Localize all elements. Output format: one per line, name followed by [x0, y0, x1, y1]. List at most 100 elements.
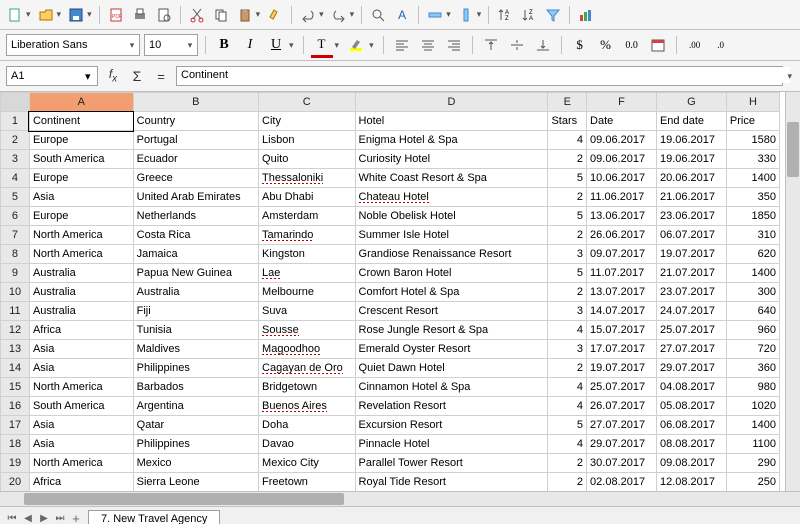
- copy-icon[interactable]: [210, 4, 232, 26]
- cell[interactable]: 08.08.2017: [656, 435, 726, 454]
- save-icon[interactable]: [65, 4, 87, 26]
- cell[interactable]: Magoodhoo: [259, 340, 355, 359]
- cell[interactable]: Europe: [29, 169, 133, 188]
- cell[interactable]: Stars: [548, 112, 587, 131]
- cell[interactable]: 980: [726, 378, 779, 397]
- cell[interactable]: Doha: [259, 416, 355, 435]
- cell[interactable]: 620: [726, 245, 779, 264]
- cell[interactable]: Date: [587, 112, 657, 131]
- cell[interactable]: Melbourne: [259, 283, 355, 302]
- cell[interactable]: 11.06.2017: [587, 188, 657, 207]
- vertical-scrollbar[interactable]: [785, 92, 800, 491]
- cell[interactable]: Australia: [29, 264, 133, 283]
- cell[interactable]: 720: [726, 340, 779, 359]
- cell[interactable]: Jamaica: [133, 245, 258, 264]
- cell[interactable]: Royal Tide Resort: [355, 473, 548, 492]
- cell[interactable]: Bridgetown: [259, 378, 355, 397]
- cell[interactable]: 06.07.2017: [656, 226, 726, 245]
- cell[interactable]: Emerald Oyster Resort: [355, 340, 548, 359]
- cell[interactable]: Fiji: [133, 302, 258, 321]
- cell[interactable]: 1580: [726, 131, 779, 150]
- sort-desc-icon[interactable]: ZA: [518, 4, 540, 26]
- cell[interactable]: Chateau Hotel: [355, 188, 548, 207]
- cell[interactable]: 19.07.2017: [587, 359, 657, 378]
- cell[interactable]: 2: [548, 283, 587, 302]
- percent-button[interactable]: %: [595, 34, 617, 56]
- cell[interactable]: Freetown: [259, 473, 355, 492]
- currency-button[interactable]: $: [569, 34, 591, 56]
- cell[interactable]: 25.07.2017: [587, 378, 657, 397]
- cell[interactable]: White Coast Resort & Spa: [355, 169, 548, 188]
- cell[interactable]: Mexico City: [259, 454, 355, 473]
- cell[interactable]: Greece: [133, 169, 258, 188]
- cell[interactable]: 2: [548, 454, 587, 473]
- cell[interactable]: 2: [548, 473, 587, 492]
- tab-last-button[interactable]: ⏭: [52, 510, 68, 524]
- grid[interactable]: ABCDEFGH1ContinentCountryCityHotelStarsD…: [0, 92, 785, 491]
- cell[interactable]: 330: [726, 150, 779, 169]
- cell[interactable]: Curiosity Hotel: [355, 150, 548, 169]
- cell[interactable]: Ecuador: [133, 150, 258, 169]
- cell[interactable]: Europe: [29, 207, 133, 226]
- dropdown-icon[interactable]: ▾: [57, 9, 62, 20]
- dropdown-icon[interactable]: ▾: [350, 9, 355, 20]
- font-name-input[interactable]: [7, 36, 125, 54]
- open-icon[interactable]: [35, 4, 57, 26]
- cell[interactable]: End date: [656, 112, 726, 131]
- select-all-corner[interactable]: [1, 93, 30, 112]
- cell[interactable]: South America: [29, 397, 133, 416]
- cell[interactable]: Australia: [29, 283, 133, 302]
- cell[interactable]: 4: [548, 321, 587, 340]
- cell[interactable]: Suva: [259, 302, 355, 321]
- column-header[interactable]: E: [548, 93, 587, 112]
- cell[interactable]: Mexico: [133, 454, 258, 473]
- add-decimal-button[interactable]: .00: [684, 34, 706, 56]
- scroll-thumb[interactable]: [787, 122, 799, 177]
- cell[interactable]: Thessaloniki: [259, 169, 355, 188]
- align-right-button[interactable]: [443, 34, 465, 56]
- paste-icon[interactable]: [234, 4, 256, 26]
- cell[interactable]: Asia: [29, 416, 133, 435]
- formula-input[interactable]: [177, 67, 790, 83]
- cell[interactable]: North America: [29, 454, 133, 473]
- cell[interactable]: Costa Rica: [133, 226, 258, 245]
- cell[interactable]: 15.07.2017: [587, 321, 657, 340]
- cell[interactable]: 06.08.2017: [656, 416, 726, 435]
- export-pdf-icon[interactable]: PDF: [105, 4, 127, 26]
- cell[interactable]: 13.07.2017: [587, 283, 657, 302]
- row-header[interactable]: 13: [1, 340, 30, 359]
- cell[interactable]: 09.07.2017: [587, 245, 657, 264]
- cell[interactable]: Philippines: [133, 359, 258, 378]
- row-header[interactable]: 4: [1, 169, 30, 188]
- scroll-thumb[interactable]: [24, 493, 344, 505]
- column-icon[interactable]: [455, 4, 477, 26]
- row-header[interactable]: 3: [1, 150, 30, 169]
- row-header[interactable]: 9: [1, 264, 30, 283]
- cell[interactable]: Kingston: [259, 245, 355, 264]
- dropdown-icon[interactable]: ▾: [87, 9, 92, 20]
- cell[interactable]: Portugal: [133, 131, 258, 150]
- cut-icon[interactable]: [186, 4, 208, 26]
- cell[interactable]: Enigma Hotel & Spa: [355, 131, 548, 150]
- column-header[interactable]: A: [29, 93, 133, 112]
- clone-format-icon[interactable]: [264, 4, 286, 26]
- dropdown-icon[interactable]: ▾: [26, 9, 31, 20]
- row-header[interactable]: 2: [1, 131, 30, 150]
- cell[interactable]: 29.07.2017: [587, 435, 657, 454]
- cell[interactable]: Netherlands: [133, 207, 258, 226]
- new-icon[interactable]: [4, 4, 26, 26]
- cell[interactable]: 30.07.2017: [587, 454, 657, 473]
- cell[interactable]: Parallel Tower Resort: [355, 454, 548, 473]
- cell[interactable]: 02.08.2017: [587, 473, 657, 492]
- row-header[interactable]: 8: [1, 245, 30, 264]
- cell[interactable]: 350: [726, 188, 779, 207]
- underline-button[interactable]: U: [265, 34, 287, 56]
- cell[interactable]: Quiet Dawn Hotel: [355, 359, 548, 378]
- cell[interactable]: 960: [726, 321, 779, 340]
- font-size-input[interactable]: [145, 36, 183, 54]
- cell[interactable]: 29.07.2017: [656, 359, 726, 378]
- column-header[interactable]: H: [726, 93, 779, 112]
- cell[interactable]: 2: [548, 226, 587, 245]
- formula-input-wrap[interactable]: [176, 66, 783, 86]
- row-header[interactable]: 14: [1, 359, 30, 378]
